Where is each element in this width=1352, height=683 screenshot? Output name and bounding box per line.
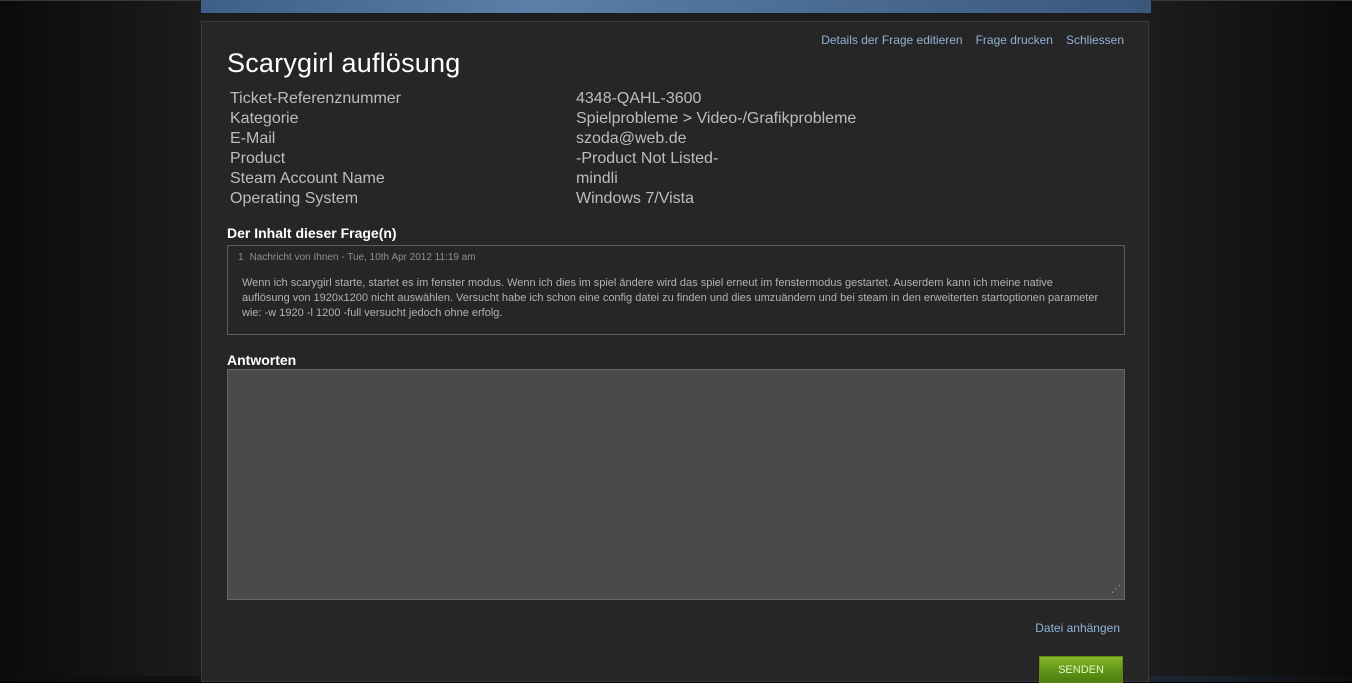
message-item: 1 Nachricht von Ihnen - Tue, 10th Apr 201…: [227, 245, 1125, 335]
send-button[interactable]: SENDEN: [1039, 656, 1123, 683]
message-number: 1: [238, 252, 244, 263]
info-value: szoda@web.de: [576, 130, 687, 147]
info-label: E-Mail: [230, 130, 276, 147]
info-value: mindli: [576, 170, 618, 187]
ticket-actions: Details der Frage editieren Frage drucke…: [821, 33, 1124, 47]
page-title: Scarygirl auflösung: [227, 48, 461, 78]
attach-file-link[interactable]: Datei anhängen: [1035, 621, 1120, 635]
operating-system-row: Operating System Windows 7/Vista: [230, 189, 856, 209]
account-name-row: Steam Account Name mindli: [230, 169, 856, 189]
reply-textarea[interactable]: [227, 369, 1125, 600]
info-value: Windows 7/Vista: [576, 190, 694, 207]
info-label: Kategorie: [230, 110, 299, 127]
info-label: Steam Account Name: [230, 170, 385, 187]
content-section-heading: Der Inhalt dieser Frage(n): [227, 225, 397, 241]
print-ticket-link[interactable]: Frage drucken: [976, 33, 1053, 47]
message-header: 1 Nachricht von Ihnen - Tue, 10th Apr 201…: [238, 252, 476, 263]
info-label: Product: [230, 150, 286, 167]
info-label: Ticket-Referenznummer: [230, 90, 402, 107]
message-meta: Nachricht von Ihnen - Tue, 10th Apr 2012…: [249, 252, 476, 263]
info-value: -Product Not Listed-: [576, 150, 719, 167]
header-banner: [201, 0, 1151, 13]
product-row: Product -Product Not Listed-: [230, 149, 856, 169]
message-body: Wenn ich scarygirl starte, startet es im…: [242, 277, 1099, 319]
category-row: Kategorie Spielprobleme > Video-/Grafikp…: [230, 109, 856, 129]
ticket-reference-row: Ticket-Referenznummer 4348-QAHL-3600: [230, 89, 856, 109]
close-link[interactable]: Schliessen: [1066, 33, 1124, 47]
ticket-info-table: Ticket-Referenznummer 4348-QAHL-3600 Kat…: [230, 89, 856, 209]
info-value: 4348-QAHL-3600: [576, 90, 702, 107]
edit-details-link[interactable]: Details der Frage editieren: [821, 33, 962, 47]
info-value: Spielprobleme > Video-/Grafikprobleme: [576, 110, 857, 127]
reply-section-heading: Antworten: [227, 352, 297, 368]
info-label: Operating System: [230, 190, 359, 207]
email-row: E-Mail szoda@web.de: [230, 129, 856, 149]
support-ticket-panel: Details der Frage editieren Frage drucke…: [201, 21, 1149, 683]
resize-handle-icon[interactable]: ⋰: [1109, 584, 1121, 596]
